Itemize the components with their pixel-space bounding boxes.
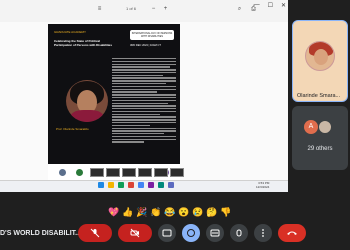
window-controls: — ☐ ✕: [254, 2, 286, 9]
laugh-reaction[interactable]: 😂: [164, 207, 175, 217]
thinking-reaction[interactable]: 🤔: [206, 207, 217, 217]
close-icon[interactable]: ✕: [281, 2, 286, 9]
window-preview[interactable]: [122, 168, 136, 177]
document-page: GRADUATE ACADEMY Celebrating the State o…: [48, 24, 180, 180]
browser-icon[interactable]: [128, 182, 134, 188]
window-preview[interactable]: [90, 168, 104, 177]
avatar: [318, 120, 332, 134]
minimize-icon[interactable]: —: [254, 2, 260, 9]
others-count: 29 others: [307, 146, 333, 152]
more-icon: [262, 229, 264, 237]
window-preview[interactable]: [170, 168, 184, 177]
thumbs-down-reaction[interactable]: 👎: [220, 207, 231, 217]
doc-body-text: [112, 58, 176, 144]
logo-icon: [76, 168, 84, 176]
app-icon[interactable]: [118, 182, 124, 188]
doc-badge-text: INTERNATIONAL DAY OF PERSONS WITH DISABI…: [131, 32, 173, 38]
pdf-viewer-toolbar: ≡ 1 of 6 − + ⌕ ⎙ — ☐ ✕: [0, 0, 288, 22]
reactions-bar: 💖 👍 🎉 👏 😂 😮 😢 🤔 👎: [108, 207, 231, 217]
search-icon[interactable]: ⌕: [236, 6, 243, 13]
windows-taskbar: [0, 180, 288, 192]
page-indicator: 1 of 6: [126, 6, 137, 11]
window-preview[interactable]: [106, 168, 120, 177]
camera-off-icon: [130, 228, 140, 238]
mic-toggle-button[interactable]: [78, 224, 112, 242]
others-tile[interactable]: A 29 others: [292, 106, 348, 170]
folder-icon[interactable]: [108, 182, 114, 188]
taskbar-previews: [90, 168, 184, 177]
app-icon[interactable]: [168, 182, 174, 188]
end-call-button[interactable]: [278, 224, 306, 242]
present-button[interactable]: [206, 224, 224, 242]
participant-name: Olarinde Smara...: [297, 93, 341, 99]
zoom-in-icon[interactable]: +: [162, 6, 169, 13]
app-icon[interactable]: [148, 182, 154, 188]
emoji-button[interactable]: [182, 224, 200, 242]
present-icon: [210, 229, 220, 237]
surprised-reaction[interactable]: 😮: [178, 207, 189, 217]
avatar: [305, 41, 335, 71]
doc-org-line: GRADUATE ACADEMY: [54, 30, 86, 34]
avatar: A: [304, 120, 318, 134]
logo-icon: [59, 168, 67, 176]
doc-badge: INTERNATIONAL DAY OF PERSONS WITH DISABI…: [130, 30, 174, 40]
app-icon[interactable]: [138, 182, 144, 188]
party-reaction[interactable]: 🎉: [136, 207, 147, 217]
heart-reaction[interactable]: 💖: [108, 207, 119, 217]
camera-toggle-button[interactable]: [118, 224, 152, 242]
doc-date: 3RD DEC 2024 | 10AM CT: [130, 44, 161, 47]
speaker-name: Prof. Olarinde Smarakilo: [56, 127, 89, 131]
thumbs-up-reaction[interactable]: 👍: [122, 207, 133, 217]
zoom-out-icon[interactable]: −: [150, 6, 157, 13]
sad-reaction[interactable]: 😢: [192, 207, 203, 217]
call-controls: [78, 224, 306, 242]
emoji-icon: [187, 229, 195, 237]
captions-icon: [162, 229, 172, 237]
start-icon[interactable]: [98, 182, 104, 188]
clap-reaction[interactable]: 👏: [150, 207, 161, 217]
doc-headline: Celebrating the State of Political Parti…: [54, 39, 113, 47]
end-call-icon: [287, 231, 297, 235]
mic-off-icon: [90, 228, 100, 238]
app-icon[interactable]: [158, 182, 164, 188]
hand-icon: [236, 229, 242, 237]
menu-icon[interactable]: ≡: [96, 6, 103, 13]
maximize-icon[interactable]: ☐: [268, 2, 273, 9]
window-preview[interactable]: [138, 168, 152, 177]
more-options-button[interactable]: [254, 224, 272, 242]
participant-tile[interactable]: Olarinde Smara...: [292, 20, 348, 102]
raise-hand-button[interactable]: [230, 224, 248, 242]
system-clock: 3:53 PM 12/3/2024: [256, 181, 269, 189]
shared-screen: ≡ 1 of 6 − + ⌕ ⎙ — ☐ ✕ GRADUATE ACADEMY …: [0, 0, 288, 192]
window-preview[interactable]: [154, 168, 168, 177]
clock-date: 12/3/2024: [256, 185, 270, 189]
meeting-title: D'S WORLD DISABILIT...: [0, 230, 81, 237]
captions-button[interactable]: [158, 224, 176, 242]
speaker-photo: [66, 80, 108, 122]
